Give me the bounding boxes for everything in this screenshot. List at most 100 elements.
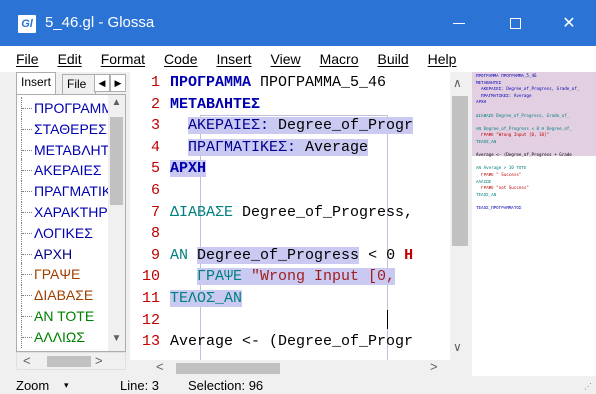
maximize-icon bbox=[509, 17, 521, 29]
tree-item[interactable]: ΑΚΕΡΑΙΕΣ bbox=[21, 159, 112, 182]
chevron-down-icon[interactable]: ▾ bbox=[64, 380, 69, 391]
tree-item-label: ΓΡΑΨΕ bbox=[34, 266, 81, 283]
menu-macro[interactable]: Macro bbox=[320, 51, 359, 67]
keyword: ΓΡΑΨΕ bbox=[197, 268, 243, 285]
tab-file[interactable]: File bbox=[62, 74, 96, 94]
minimap-line: ΑΚΕΡΑΙΕΣ: Degree_of_Progress, Grade_of_ bbox=[476, 86, 580, 92]
text-caret bbox=[387, 310, 388, 329]
keyword: ΠΡΑΓΜΑΤΙΚΕΣ: bbox=[188, 139, 297, 156]
identifier: Degree_of_Progress, bbox=[233, 204, 414, 221]
window-title: 5_46.gl - Glossa bbox=[45, 14, 155, 31]
line-number: 1 bbox=[150, 74, 160, 91]
scroll-up-icon[interactable]: ∧ bbox=[453, 76, 462, 90]
scroll-left-icon[interactable]: < bbox=[156, 359, 164, 374]
tree-item[interactable]: ΜΕΤΑΒΛΗΤΕΣ bbox=[21, 138, 112, 161]
menu-help[interactable]: Help bbox=[428, 51, 457, 67]
minimap-line: Average <- (Degree_of_Progress + Grade bbox=[476, 152, 572, 158]
menu-format[interactable]: Format bbox=[101, 51, 145, 67]
tree-connector bbox=[21, 305, 32, 327]
tree-hscroll-thumb[interactable] bbox=[47, 356, 91, 367]
menu-build[interactable]: Build bbox=[378, 51, 409, 67]
close-button[interactable]: ✕ bbox=[546, 0, 592, 46]
tree-scroll-thumb[interactable] bbox=[110, 117, 123, 205]
code-line-13: Average <- (Degree_of_Progr bbox=[170, 333, 413, 350]
insert-tree: ΠΡΟΓΡΑΜΜΑ ΣΤΑΘΕΡΕΣ ΜΕΤΑΒΛΗΤΕΣ ΑΚΕΡΑΙΕΣ ΠΡΑΓΜ… bbox=[16, 94, 126, 352]
string-literal: "Wrong Input [0, bbox=[242, 268, 396, 285]
keyword: ΑΡΧΗ bbox=[170, 160, 207, 177]
line-number: 4 bbox=[150, 139, 160, 156]
editor-horizontal-scrollbar[interactable]: < > bbox=[130, 359, 450, 376]
tree-item[interactable]: ΑΝ ΤΟΤΕ bbox=[21, 305, 112, 327]
tree-item[interactable]: ΣΤΑΘΕΡΕΣ bbox=[21, 117, 112, 140]
scroll-up-icon[interactable]: ▲ bbox=[108, 97, 125, 113]
tree-item[interactable]: ΓΡΑΨΕ bbox=[21, 263, 112, 286]
menu-file[interactable]: File bbox=[16, 51, 39, 67]
tree-horizontal-scrollbar[interactable]: < > bbox=[16, 352, 126, 370]
minimap-line: ΠΡΟΓΡΑΜΜΑ ΠΡΟΓΡΑΜΜΑ_5_46 bbox=[476, 73, 537, 78]
glossa-window: Gl 5_46.gl - Glossa ✕ File Edit Format C… bbox=[0, 0, 596, 394]
tree-connector bbox=[21, 325, 32, 348]
minimap-line: ΓΡΑΨΕ " Success" bbox=[476, 172, 522, 177]
minimap-line: ΤΕΛΟΣ_ΑΝ bbox=[476, 191, 497, 197]
tree-item[interactable]: ΠΡΟΓΡΑΜΜΑ bbox=[21, 97, 112, 119]
title-bar[interactable]: Gl 5_46.gl - Glossa ✕ bbox=[0, 0, 596, 46]
menu-edit[interactable]: Edit bbox=[58, 51, 82, 67]
menu-code[interactable]: Code bbox=[164, 51, 197, 67]
code-minimap[interactable]: ΠΡΟΓΡΑΜΜΑ ΠΡΟΓΡΑΜΜΑ_5_46 ΜΕΤΑΒΛΗΤΕΣ ΑΚΕΡΑ… bbox=[472, 72, 596, 376]
tree-item-label: ΛΟΓΙΚΕΣ bbox=[34, 224, 93, 241]
keyword: ΠΡΟΓΡΑΜΜΑ bbox=[170, 74, 252, 91]
tree-item-label: ΠΡΑΓΜΑΤΙΚΕΣ bbox=[34, 183, 112, 200]
maximize-button[interactable] bbox=[492, 0, 538, 46]
code-line-7: ΔΙΑΒΑΣΕ Degree_of_Progress, bbox=[170, 204, 413, 221]
tree-connector bbox=[21, 138, 32, 161]
editor-vertical-scrollbar[interactable]: ∧ ∨ bbox=[450, 72, 470, 360]
scroll-down-icon[interactable]: ∨ bbox=[453, 340, 462, 354]
minimap-line: ΑΡΧΗ bbox=[476, 99, 487, 105]
editor-scroll-thumb[interactable] bbox=[452, 96, 468, 246]
minimap-line: ΤΕΛΟΣ_ΑΝ bbox=[476, 139, 497, 144]
zoom-control[interactable]: Zoom bbox=[16, 378, 49, 393]
line-number: 8 bbox=[150, 225, 160, 242]
program-name: ΠΡΟΓΡΑΜΜΑ_5_46 bbox=[251, 74, 387, 91]
tree-connector bbox=[21, 221, 32, 244]
resize-grip-icon[interactable]: ⋰ bbox=[584, 382, 592, 391]
menu-view[interactable]: View bbox=[271, 51, 301, 67]
identifier: Degree_of_Progr bbox=[269, 117, 414, 134]
minimize-button[interactable] bbox=[436, 0, 482, 46]
scroll-down-icon[interactable]: ▼ bbox=[108, 333, 125, 349]
code-line-11: ΤΕΛΟΣ_ΑΝ bbox=[170, 290, 243, 307]
code-line-2: ΜΕΤΑΒΛΗΤΕΣ bbox=[170, 96, 261, 113]
tree-item-label: ΠΡΟΓΡΑΜΜΑ bbox=[34, 100, 112, 116]
minimap-line: ΓΡΑΨΕ "not Success" bbox=[476, 185, 529, 191]
minimap-line: ΠΡΑΓΜΑΤΙΚΕΣ: Average bbox=[476, 92, 532, 98]
tree-item-label: ΑΝ ΤΟΤΕ bbox=[34, 308, 95, 324]
tree-item-label: ΜΕΤΑΒΛΗΤΕΣ bbox=[34, 141, 112, 158]
tab-prev-icon[interactable]: ◀ bbox=[94, 74, 110, 92]
tree-connector bbox=[21, 242, 32, 265]
tree-item[interactable]: ΠΡΑΓΜΑΤΙΚΕΣ bbox=[21, 180, 112, 203]
tree-item[interactable]: ΑΡΧΗ bbox=[21, 242, 112, 265]
tab-next-icon[interactable]: ▶ bbox=[110, 74, 126, 92]
scroll-right-icon[interactable]: > bbox=[430, 359, 438, 374]
status-bar: Zoom ▾ Line: 3 Selection: 96 ⋰ bbox=[0, 376, 596, 394]
tree-item[interactable]: ΑΛΛΙΩΣ bbox=[21, 325, 112, 348]
tree-item[interactable]: ΛΟΓΙΚΕΣ bbox=[21, 221, 112, 244]
line-number: 13 bbox=[141, 333, 160, 350]
scroll-right-icon[interactable]: > bbox=[95, 353, 103, 368]
minimap-line: ΜΕΤΑΒΛΗΤΕΣ bbox=[476, 79, 502, 85]
tree-item[interactable]: ΔΙΑΒΑΣΕ bbox=[21, 284, 112, 307]
tab-insert[interactable]: Insert bbox=[16, 72, 57, 94]
code-line-1: ΠΡΟΓΡΑΜΜΑ ΠΡΟΓΡΑΜΜΑ_5_46 bbox=[170, 74, 386, 91]
line-number: 11 bbox=[141, 290, 160, 307]
keyword: ΔΙΑΒΑΣΕ bbox=[170, 204, 234, 221]
tree-item[interactable]: ΧΑΡΑΚΤΗΡΕΣ bbox=[21, 201, 112, 223]
menu-insert[interactable]: Insert bbox=[217, 51, 252, 67]
tree-connector bbox=[21, 201, 32, 223]
menu-bar: File Edit Format Code Insert View Macro … bbox=[0, 46, 596, 72]
minimap-line: ΑΝ Degree_of_Progress < 0 Η Degree_of_ bbox=[476, 125, 572, 131]
tree-connector bbox=[21, 180, 32, 203]
code-editor[interactable]: 1 2 3 4 5 6 7 8 9 10 11 12 13 ΠΡΟΓΡΑΜΜΑ … bbox=[130, 72, 470, 373]
tree-vertical-scrollbar[interactable]: ▲ ▼ bbox=[108, 95, 125, 351]
editor-hscroll-thumb[interactable] bbox=[176, 363, 280, 374]
scroll-left-icon[interactable]: < bbox=[23, 353, 31, 368]
